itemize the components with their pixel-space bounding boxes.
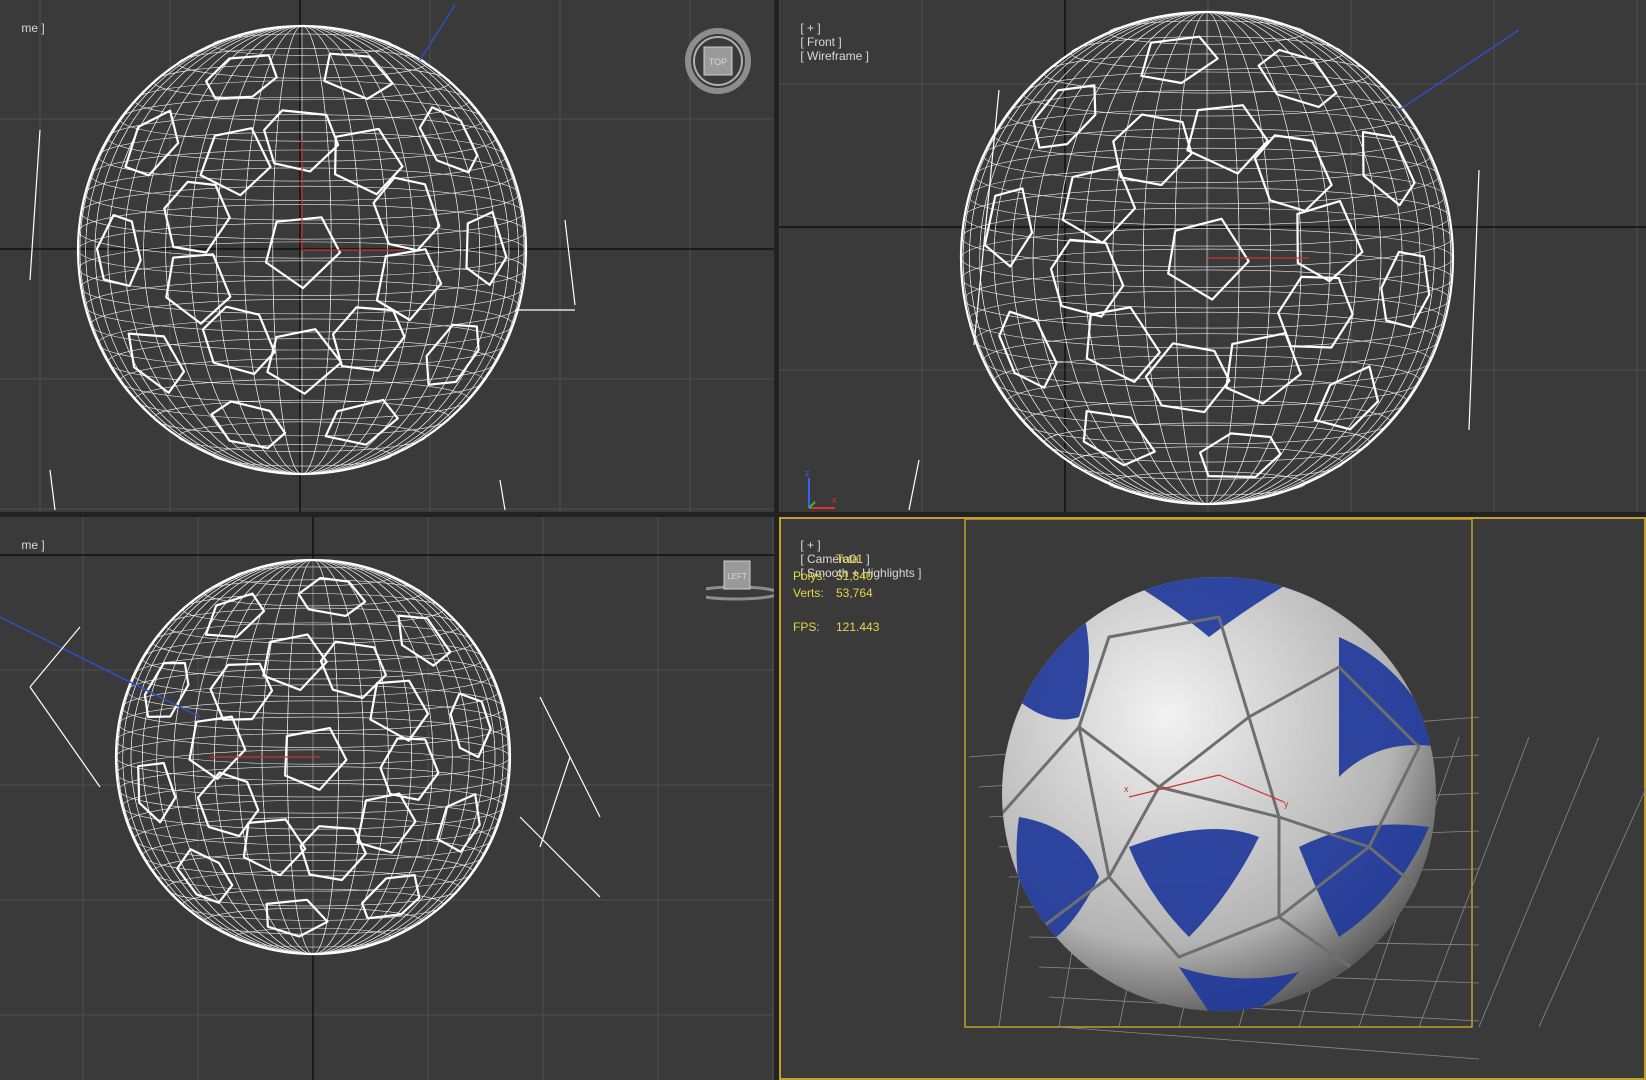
viewcube-left-text: LEFT [727, 572, 747, 581]
stats-polys-value: 51,840 [836, 569, 873, 583]
left-wire-ball [0, 558, 601, 956]
soccer-ball-render: xy [1002, 577, 1436, 1011]
statistics-overlay: Total Polys: 51,840 Verts: 53,764 FPS: 121.… [793, 551, 879, 636]
axis-x-label: x [832, 495, 837, 505]
camera-label-plus[interactable]: [ + ] [800, 538, 820, 552]
viewport-left[interactable]: me ] LEFT [0, 517, 774, 1080]
camera-gizmo-y-label: y [1284, 799, 1289, 809]
viewport-top[interactable]: me ] TOP [0, 0, 774, 512]
axis-z-label: z [805, 468, 810, 478]
stats-verts-value: 53,764 [836, 586, 873, 600]
stats-polys-label: Polys: [793, 569, 826, 583]
viewport-front[interactable]: [ + ] [ Front ] [ Wireframe ] z x [779, 0, 1646, 512]
stats-fps-value: 121.443 [836, 620, 880, 634]
camera-gizmo-x-label: x [1124, 784, 1129, 794]
viewport-label-left-text: me ] [21, 538, 45, 552]
viewport-label-left[interactable]: me ] [8, 524, 49, 566]
viewcube-top[interactable]: TOP [682, 27, 754, 99]
top-wire-ball [29, 4, 576, 511]
stats-header: Total [836, 552, 862, 566]
viewport-label-top[interactable]: me ] [8, 7, 49, 49]
viewcube-left[interactable]: LEFT [692, 557, 774, 607]
axis-tripod: z x [805, 468, 837, 509]
viewport-label-top-text: me ] [21, 21, 45, 35]
stats-fps-label: FPS: [793, 620, 820, 634]
stats-verts-label: Verts: [793, 586, 824, 600]
viewcube-top-text: TOP [709, 57, 727, 67]
viewport-camera[interactable]: xy [ + ] [ Camera01 ] [ Smooth + Highlig… [779, 517, 1646, 1080]
